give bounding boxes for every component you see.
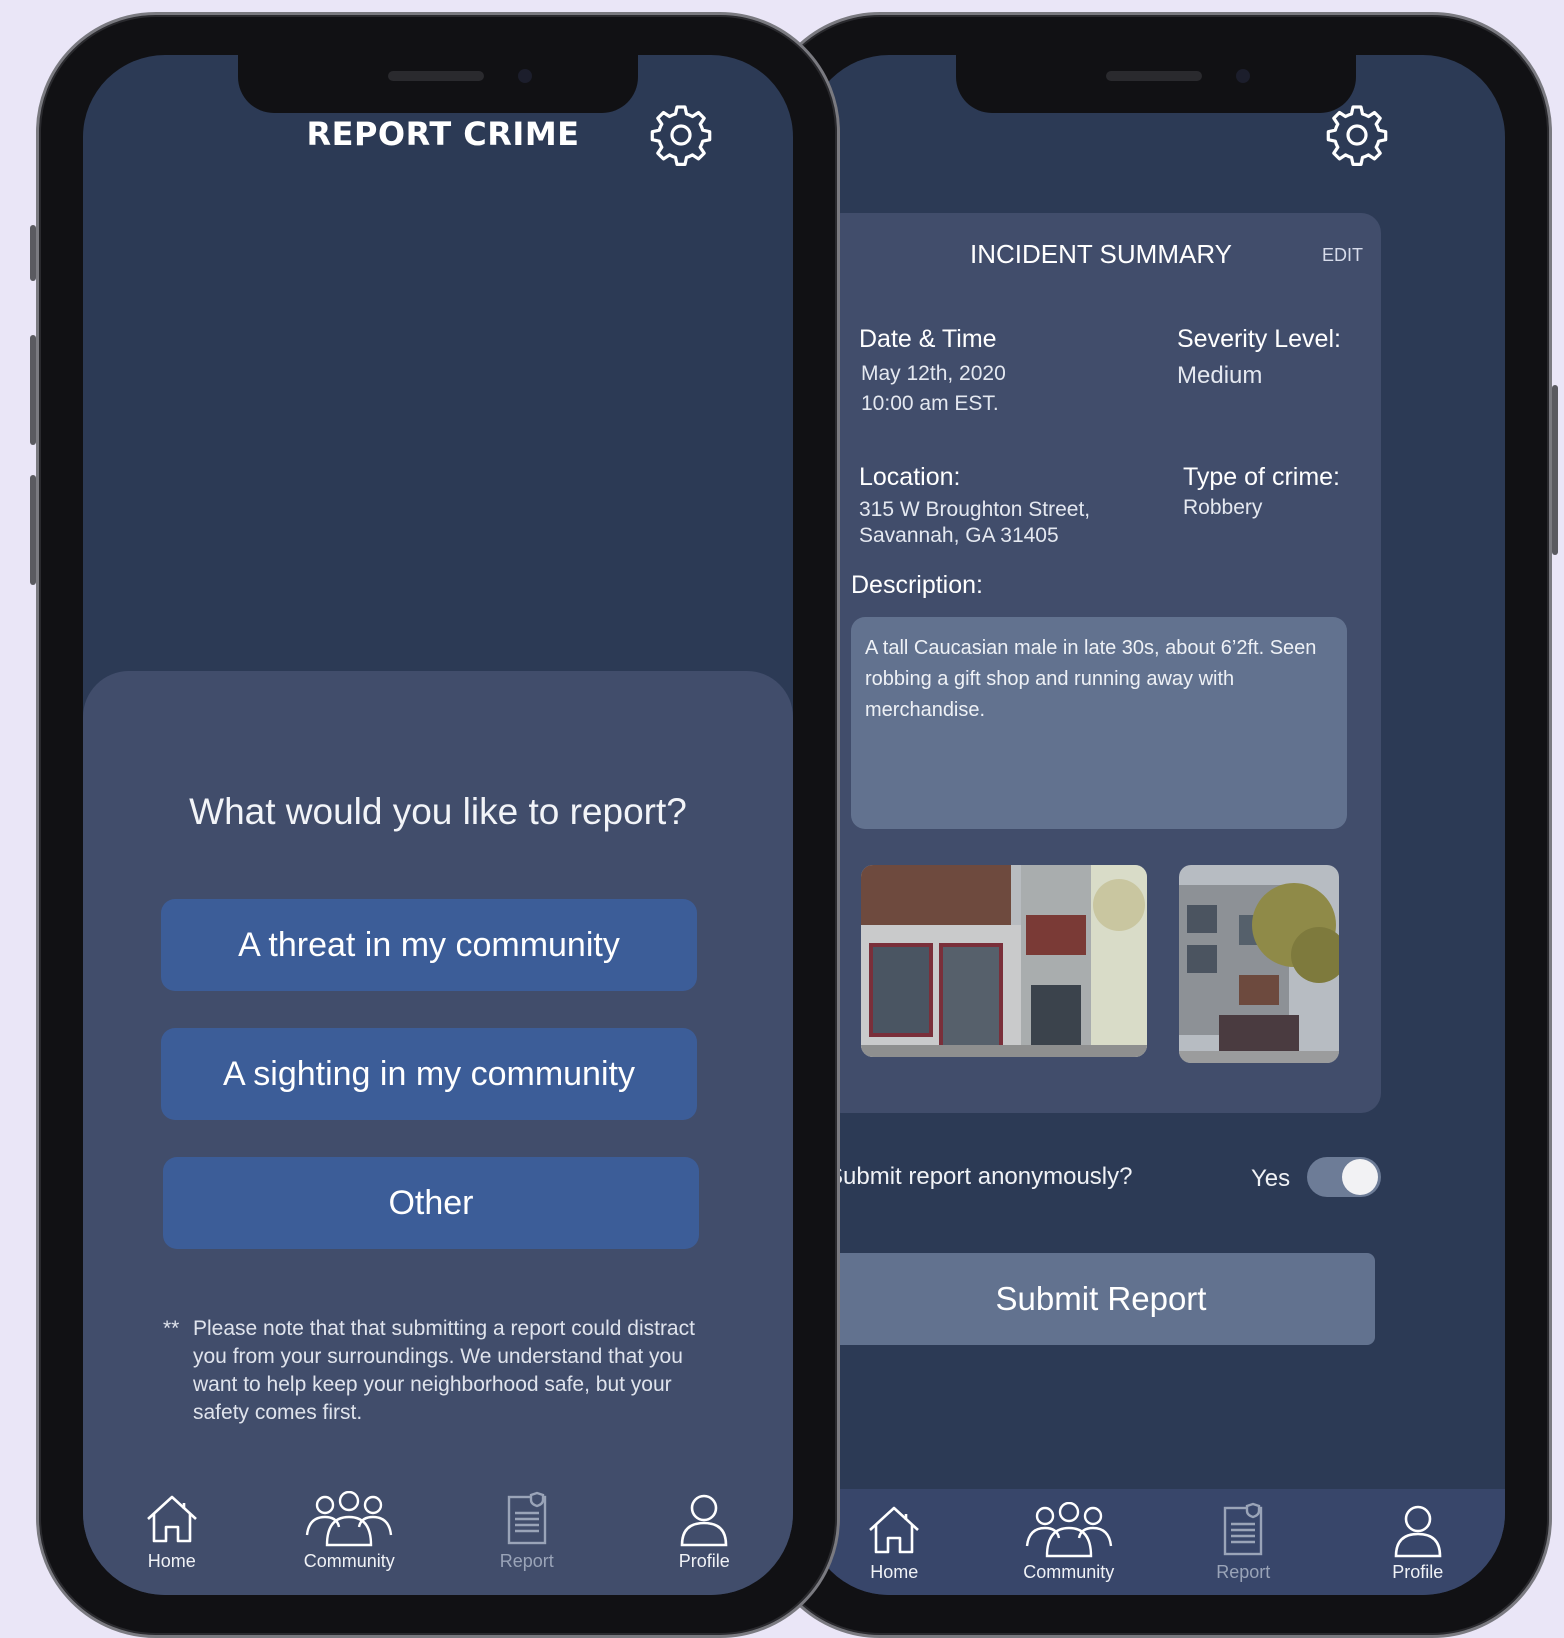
nav-community[interactable]: Community [999, 1501, 1139, 1583]
power-button [1552, 385, 1558, 555]
profile-icon [1394, 1505, 1442, 1557]
home-icon [146, 1495, 197, 1543]
nav-community[interactable]: Community [279, 1491, 419, 1572]
nav-report-label: Report [499, 1551, 554, 1571]
anonymous-label: Submit report anonymously? [827, 1163, 1133, 1190]
nav-report-label: Report [1216, 1561, 1271, 1582]
description-label: Description: [851, 571, 983, 599]
report-icon [507, 1491, 546, 1545]
note-asterisks: ** [163, 1317, 180, 1340]
report-icon [1224, 1502, 1263, 1555]
phone-frame-left: REPORT CRIME What would you like to repo… [30, 12, 840, 1638]
settings-gear-icon[interactable] [649, 103, 713, 167]
other-option-button[interactable]: Other [163, 1157, 699, 1249]
anonymous-value: Yes [1251, 1165, 1291, 1192]
edit-link[interactable]: EDIT [1322, 245, 1363, 266]
nav-profile[interactable]: Profile [634, 1491, 774, 1572]
incident-summary-title: INCIDENT SUMMARY [970, 239, 1232, 269]
safety-note: ** Please note that that submitting a re… [163, 1315, 723, 1427]
speaker [1106, 71, 1202, 81]
crime-type-label: Type of crime: [1183, 463, 1340, 491]
bottom-nav: Home Community Report Profile [807, 1489, 1505, 1595]
nav-community-label: Community [1023, 1561, 1115, 1582]
report-crime-screen: REPORT CRIME What would you like to repo… [83, 55, 793, 1595]
community-icon [1025, 1501, 1112, 1557]
incident-photo-1[interactable] [861, 865, 1147, 1057]
notch [238, 55, 638, 113]
date-time-label: Date & Time [859, 325, 997, 353]
phone-frame-right: ‹ INCIDENT SUMMARY EDIT Date & Time May … [760, 12, 1558, 1638]
bottom-nav: Home Community Report Profile [83, 1491, 793, 1595]
anonymous-toggle[interactable] [1307, 1157, 1381, 1197]
description-text[interactable]: A tall Caucasian male in late 30s, about… [851, 617, 1347, 829]
sighting-option-button[interactable]: A sighting in my community [161, 1028, 697, 1120]
incident-photo-2[interactable] [1179, 865, 1339, 1063]
location-label: Location: [859, 463, 961, 491]
front-camera [518, 69, 532, 83]
nav-profile-label: Profile [678, 1551, 730, 1571]
nav-report[interactable]: Report [457, 1491, 597, 1572]
threat-option-button[interactable]: A threat in my community [161, 899, 697, 991]
nav-profile-label: Profile [1392, 1561, 1444, 1582]
community-icon [306, 1491, 393, 1547]
note-text: Please note that that submitting a repor… [193, 1317, 695, 1424]
location-line2: Savannah, GA 31405 [859, 524, 1059, 547]
nav-home-label: Home [147, 1551, 196, 1571]
submit-report-button[interactable]: Submit Report [827, 1253, 1375, 1345]
nav-report[interactable]: Report [1173, 1502, 1313, 1583]
nav-home[interactable]: Home [102, 1491, 242, 1572]
volume-down-button [30, 475, 36, 585]
settings-gear-icon[interactable] [1325, 103, 1389, 167]
nav-home[interactable]: Home [824, 1502, 964, 1583]
time-value: 10:00 am EST. [861, 392, 999, 415]
notch [956, 55, 1356, 113]
home-icon [869, 1506, 920, 1553]
volume-up-button [30, 335, 36, 445]
speaker [388, 71, 484, 81]
nav-community-label: Community [303, 1551, 395, 1571]
severity-label: Severity Level: [1177, 325, 1341, 353]
incident-summary-screen: ‹ INCIDENT SUMMARY EDIT Date & Time May … [807, 55, 1505, 1595]
nav-home-label: Home [870, 1561, 919, 1582]
report-question: What would you like to report? [189, 791, 687, 832]
report-options-panel: What would you like to report? A threat … [83, 671, 793, 1595]
date-value: May 12th, 2020 [861, 362, 1006, 385]
front-camera [1236, 69, 1250, 83]
crime-type-value: Robbery [1183, 496, 1263, 519]
incident-summary-card: INCIDENT SUMMARY EDIT Date & Time May 12… [821, 213, 1381, 1113]
profile-icon [680, 1494, 728, 1547]
mute-switch [30, 225, 36, 281]
severity-value: Medium [1177, 362, 1263, 389]
nav-profile[interactable]: Profile [1348, 1502, 1488, 1583]
toggle-knob [1342, 1159, 1378, 1195]
